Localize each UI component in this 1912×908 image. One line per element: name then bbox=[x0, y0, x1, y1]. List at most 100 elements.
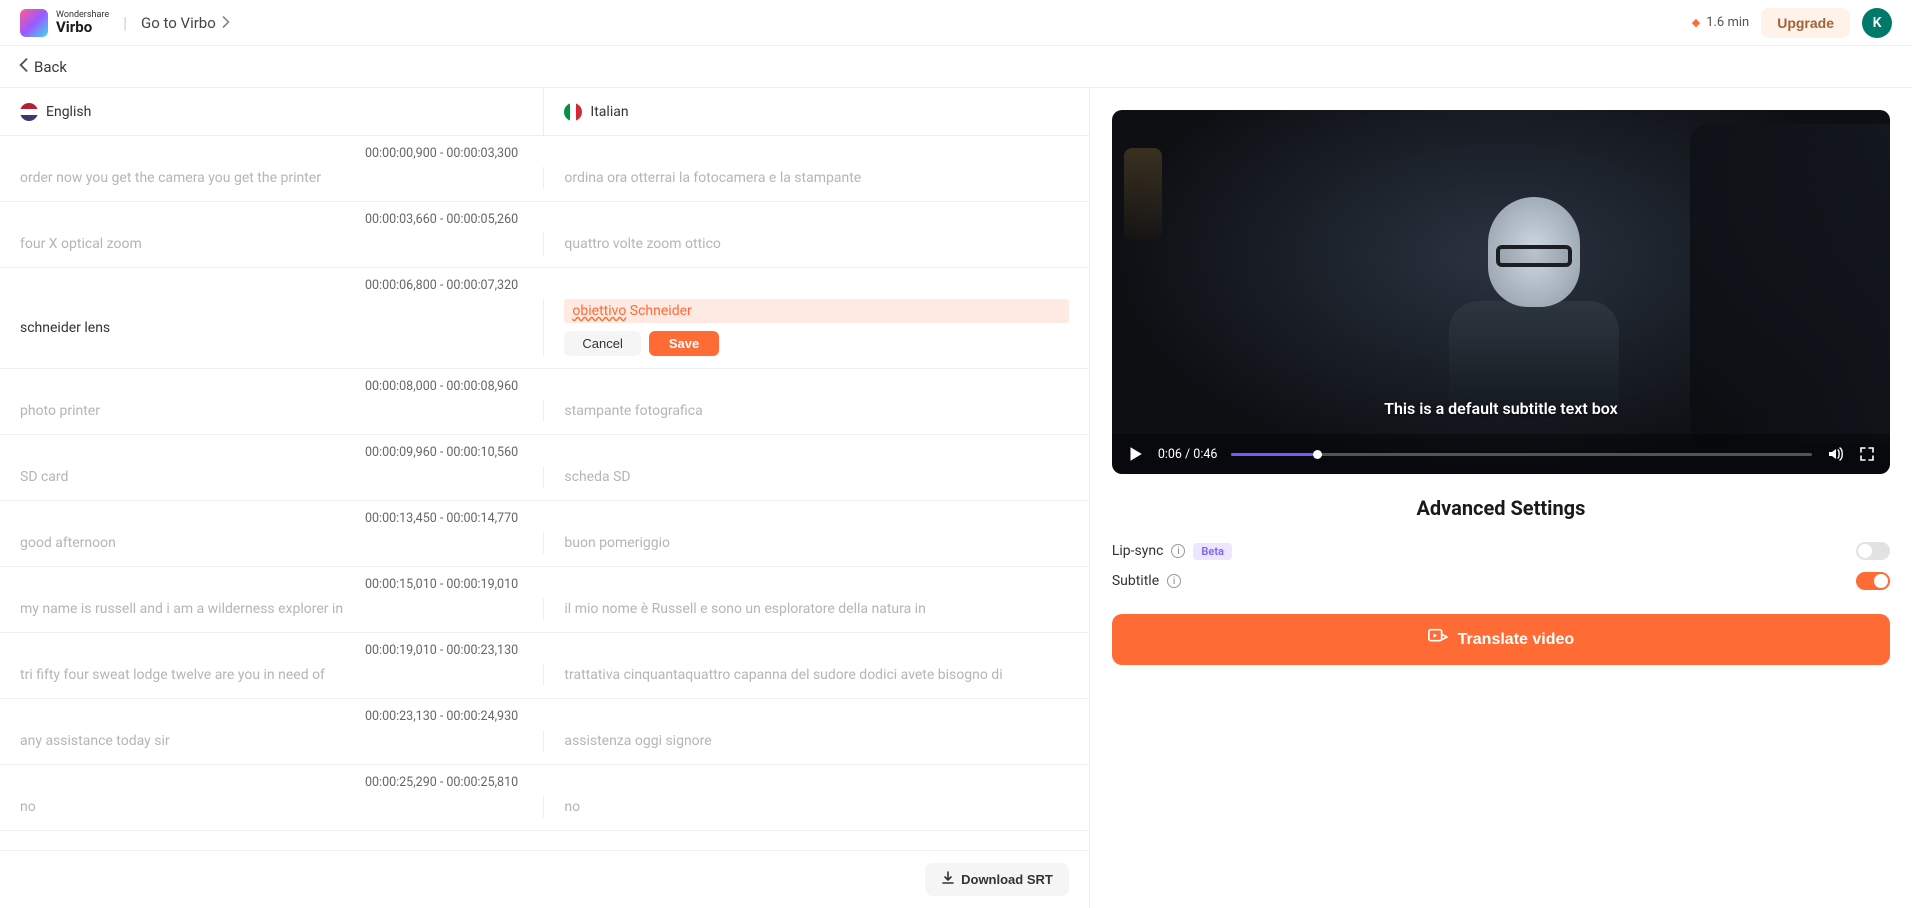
subtitle-target-text[interactable]: scheda SD bbox=[544, 466, 1088, 488]
subtitle-row[interactable]: 00:00:13,450 - 00:00:14,770good afternoo… bbox=[0, 501, 1089, 567]
translate-label: Translate video bbox=[1458, 631, 1575, 649]
avatar[interactable]: K bbox=[1862, 8, 1892, 38]
logo-text: Wondershare Virbo bbox=[56, 11, 109, 35]
minutes-indicator[interactable]: ◆ 1.6 min bbox=[1692, 15, 1749, 30]
info-icon[interactable]: i bbox=[1167, 574, 1181, 588]
subtitle-source-text[interactable]: tri fifty four sweat lodge twelve are yo… bbox=[0, 664, 544, 686]
translate-video-button[interactable]: Translate video bbox=[1112, 614, 1890, 665]
subtitle-timestamp: 00:00:15,010 - 00:00:19,010 bbox=[0, 577, 1089, 598]
subtitle-target-text[interactable]: trattativa cinquantaquattro capanna del … bbox=[544, 664, 1088, 686]
download-icon bbox=[941, 871, 955, 888]
preview-pane: This is a default subtitle text box 0:06… bbox=[1090, 88, 1912, 908]
subtitle-row[interactable]: 00:00:09,960 - 00:00:10,560SD cardscheda… bbox=[0, 435, 1089, 501]
subtitle-target-text[interactable]: assistenza oggi signore bbox=[544, 730, 1088, 752]
diamond-icon: ◆ bbox=[1692, 16, 1700, 29]
scene-decor bbox=[1690, 124, 1890, 444]
subtitle-target-text[interactable]: obiettivo Schneider Cancel Save bbox=[544, 299, 1088, 356]
source-language[interactable]: English bbox=[0, 88, 544, 135]
subtitle-source-text[interactable]: order now you get the camera you get the… bbox=[0, 167, 544, 189]
subtitle-timestamp: 00:00:13,450 - 00:00:14,770 bbox=[0, 511, 1089, 532]
subtitle-timestamp: 00:00:08,000 - 00:00:08,960 bbox=[0, 379, 1089, 400]
lipsync-toggle[interactable] bbox=[1856, 542, 1890, 560]
progress-knob[interactable] bbox=[1313, 450, 1322, 459]
goto-label: Go to Virbo bbox=[141, 14, 216, 32]
upgrade-button[interactable]: Upgrade bbox=[1761, 8, 1850, 38]
subtitle-editor-pane: English Italian 00:00:00,900 - 00:00:03,… bbox=[0, 88, 1090, 908]
subtitle-edit-input[interactable]: obiettivo Schneider bbox=[564, 299, 1068, 323]
scene-character bbox=[1439, 197, 1629, 417]
subtitle-timestamp: 00:00:06,800 - 00:00:07,320 bbox=[0, 278, 1089, 299]
flag-it-icon bbox=[564, 103, 582, 121]
progress-fill bbox=[1231, 453, 1312, 456]
subtitle-source-text[interactable]: photo printer bbox=[0, 400, 544, 422]
subtitle-row[interactable]: 00:00:19,010 - 00:00:23,130tri fifty fou… bbox=[0, 633, 1089, 699]
translate-icon bbox=[1428, 628, 1448, 651]
subtitle-timestamp: 00:00:25,290 - 00:00:25,810 bbox=[0, 775, 1089, 796]
subtitle-row[interactable]: 00:00:25,290 - 00:00:25,810nono bbox=[0, 765, 1089, 831]
lipsync-label: Lip-sync bbox=[1112, 543, 1164, 559]
back-button[interactable]: Back bbox=[18, 58, 67, 76]
subtitle-timestamp: 00:00:23,130 - 00:00:24,930 bbox=[0, 709, 1089, 730]
video-controls: 0:06 / 0:46 bbox=[1112, 434, 1890, 474]
download-row: Download SRT bbox=[0, 850, 1089, 908]
subtitle-row[interactable]: 00:00:08,000 - 00:00:08,960photo printer… bbox=[0, 369, 1089, 435]
subtitle-timestamp: 00:00:09,960 - 00:00:10,560 bbox=[0, 445, 1089, 466]
volume-icon[interactable] bbox=[1826, 445, 1844, 463]
subtitle-toggle[interactable] bbox=[1856, 572, 1890, 590]
play-icon[interactable] bbox=[1126, 445, 1144, 463]
info-icon[interactable]: i bbox=[1171, 544, 1185, 558]
subtitle-target-text[interactable]: il mio nome è Russell e sono un esplorat… bbox=[544, 598, 1088, 620]
back-row: Back bbox=[0, 46, 1912, 88]
subtitle-row[interactable]: 00:00:23,130 - 00:00:24,930any assistanc… bbox=[0, 699, 1089, 765]
download-label: Download SRT bbox=[961, 872, 1053, 887]
subtitle-row[interactable]: 00:00:06,800 - 00:00:07,320schneider len… bbox=[0, 268, 1089, 369]
subtitle-label: Subtitle bbox=[1112, 573, 1159, 589]
subtitle-target-text[interactable]: stampante fotografica bbox=[544, 400, 1088, 422]
subtitle-target-text[interactable]: quattro volte zoom ottico bbox=[544, 233, 1088, 255]
scene-decor bbox=[1124, 148, 1162, 240]
brand-name: Virbo bbox=[56, 20, 109, 35]
subtitle-source-text[interactable]: good afternoon bbox=[0, 532, 544, 554]
subtitle-timestamp: 00:00:00,900 - 00:00:03,300 bbox=[0, 146, 1089, 167]
logo-icon bbox=[20, 9, 48, 37]
target-lang-label: Italian bbox=[590, 104, 628, 120]
flag-us-icon bbox=[20, 103, 38, 121]
app-header: Wondershare Virbo | Go to Virbo ◆ 1.6 mi… bbox=[0, 0, 1912, 46]
save-button[interactable]: Save bbox=[649, 331, 719, 356]
header-separator: | bbox=[123, 13, 127, 32]
target-language[interactable]: Italian bbox=[544, 88, 648, 135]
back-label: Back bbox=[34, 58, 67, 76]
subtitle-source-text[interactable]: four X optical zoom bbox=[0, 233, 544, 255]
subtitle-target-text[interactable]: ordina ora otterrai la fotocamera e la s… bbox=[544, 167, 1088, 189]
language-header: English Italian bbox=[0, 88, 1089, 136]
subtitle-timestamp: 00:00:19,010 - 00:00:23,130 bbox=[0, 643, 1089, 664]
subtitle-source-text[interactable]: SD card bbox=[0, 466, 544, 488]
header-right: ◆ 1.6 min Upgrade K bbox=[1692, 8, 1892, 38]
goto-virbo-link[interactable]: Go to Virbo bbox=[141, 14, 231, 32]
chevron-left-icon bbox=[18, 58, 28, 76]
video-player[interactable]: This is a default subtitle text box 0:06… bbox=[1112, 110, 1890, 474]
subtitle-row[interactable]: 00:00:15,010 - 00:00:19,010my name is ru… bbox=[0, 567, 1089, 633]
logo[interactable]: Wondershare Virbo bbox=[20, 9, 109, 37]
subtitle-source-text[interactable]: any assistance today sir bbox=[0, 730, 544, 752]
video-subtitle: This is a default subtitle text box bbox=[1112, 399, 1890, 418]
video-progress[interactable] bbox=[1231, 453, 1812, 456]
minutes-value: 1.6 min bbox=[1706, 15, 1749, 30]
fullscreen-icon[interactable] bbox=[1858, 445, 1876, 463]
advanced-settings-title: Advanced Settings bbox=[1112, 496, 1890, 520]
chevron-right-icon bbox=[222, 14, 231, 32]
subtitle-row[interactable]: 00:00:00,900 - 00:00:03,300order now you… bbox=[0, 136, 1089, 202]
video-time: 0:06 / 0:46 bbox=[1158, 447, 1218, 462]
download-srt-button[interactable]: Download SRT bbox=[925, 863, 1069, 896]
main: English Italian 00:00:00,900 - 00:00:03,… bbox=[0, 88, 1912, 908]
subtitle-source-text[interactable]: no bbox=[0, 796, 544, 818]
subtitle-source-text[interactable]: schneider lens bbox=[0, 299, 544, 356]
subtitle-row[interactable]: 00:00:03,660 - 00:00:05,260four X optica… bbox=[0, 202, 1089, 268]
subtitle-target-text[interactable]: buon pomeriggio bbox=[544, 532, 1088, 554]
subtitle-source-text[interactable]: my name is russell and i am a wilderness… bbox=[0, 598, 544, 620]
cancel-button[interactable]: Cancel bbox=[564, 331, 640, 356]
subtitle-list[interactable]: 00:00:00,900 - 00:00:03,300order now you… bbox=[0, 136, 1089, 850]
subtitle-target-text[interactable]: no bbox=[544, 796, 1088, 818]
source-lang-label: English bbox=[46, 104, 91, 120]
setting-lipsync: Lip-sync i Beta bbox=[1112, 536, 1890, 566]
